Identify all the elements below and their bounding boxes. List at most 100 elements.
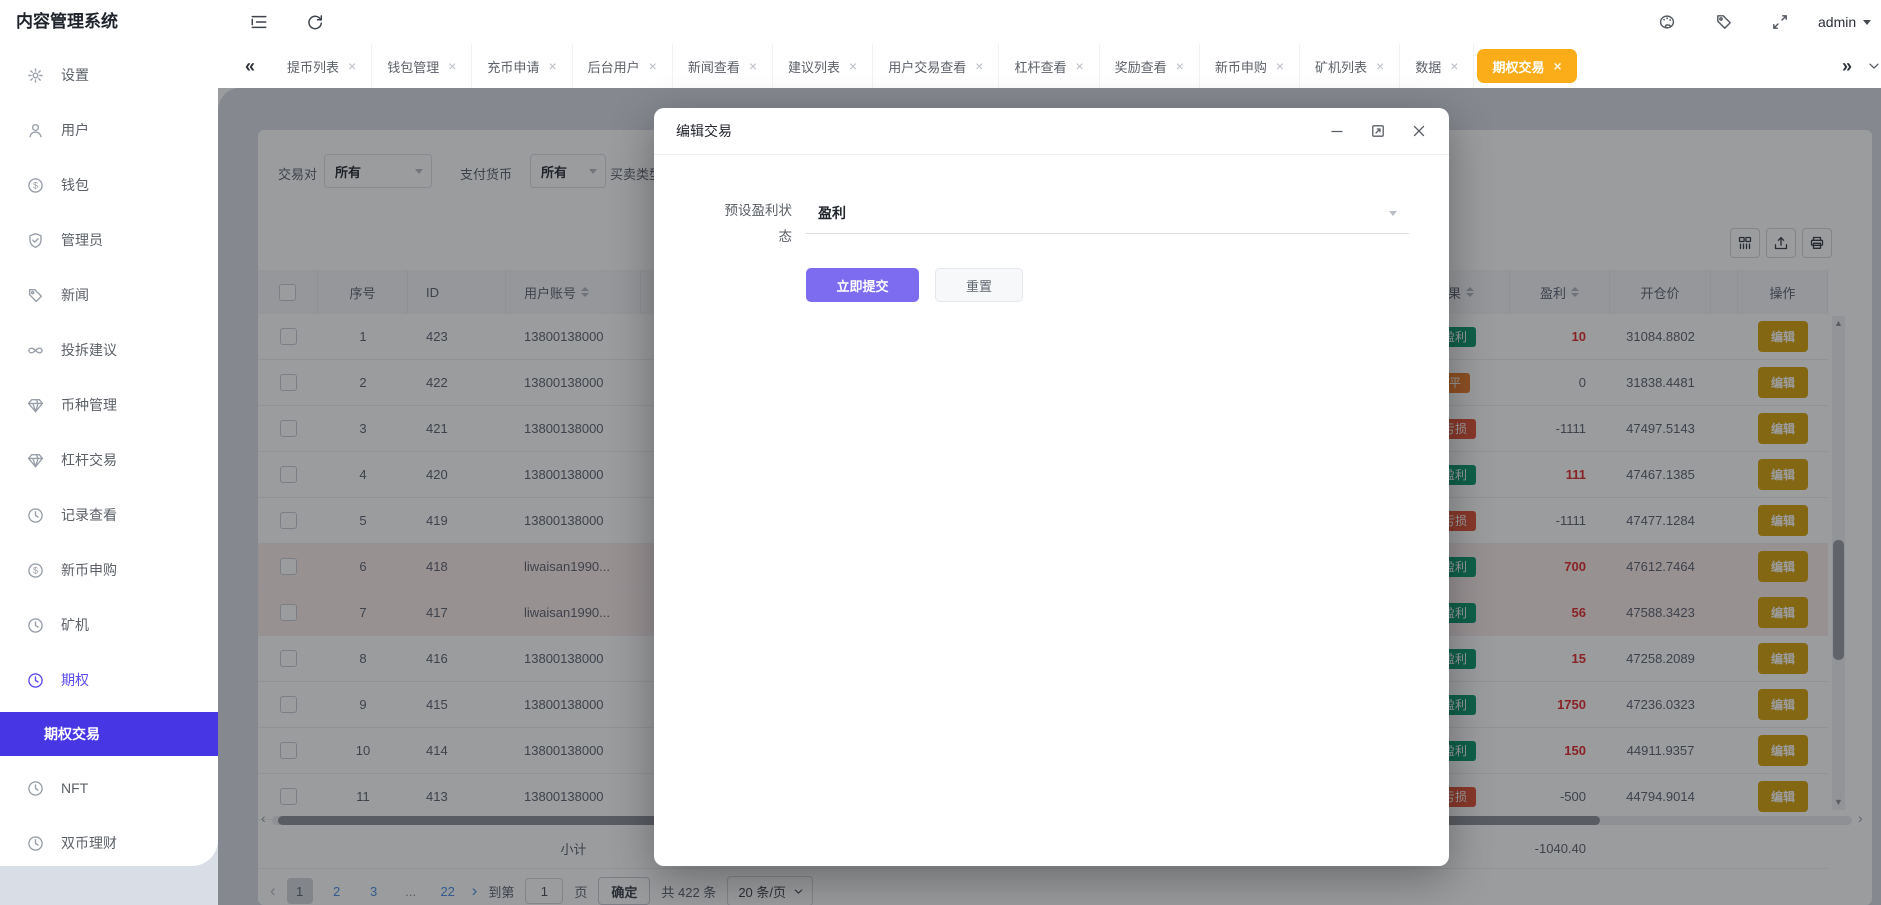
sidebar-item-用户[interactable]: 用户 [0,107,218,153]
sidebar-item-钱包[interactable]: $ 钱包 [0,162,218,208]
tab-钱包管理[interactable]: 钱包管理 × [372,44,472,88]
sidebar-item-label: 用户 [61,120,89,140]
tab-list: 提币列表×钱包管理×充币申请×后台用户×新闻查看×建议列表×用户交易查看×杠杆查… [272,44,1833,88]
sidebar-item-NFT[interactable]: NFT [0,765,218,811]
tag-icon [26,286,44,304]
tab-奖励查看[interactable]: 奖励查看× [1100,44,1200,88]
tag-icon[interactable] [1711,0,1737,44]
tab-label: 充币申请 [487,57,539,76]
tab-close-icon[interactable]: × [348,59,356,73]
sidebar-item-期权[interactable]: 期权 [0,657,218,703]
tab-close-icon[interactable]: × [448,59,456,73]
tab-close-icon[interactable]: × [849,59,857,73]
sidebar-item-矿机[interactable]: 矿机 [0,602,218,648]
sidebar-item-设置[interactable]: 设置 [0,52,218,98]
sidebar-subitem-期权交易[interactable]: 期权交易 [0,712,218,756]
sidebar-item-双币理财[interactable]: 双币理财 [0,820,218,866]
tab-新闻查看[interactable]: 新闻查看× [673,44,773,88]
tab-close-icon[interactable]: × [749,59,757,73]
sidebar-item-杠杆交易[interactable]: 杠杆交易 [0,437,218,483]
sidebar-item-管理员[interactable]: 管理员 [0,217,218,263]
profit-status-value: 盈利 [818,203,846,223]
tab-建议列表[interactable]: 建议列表 × [773,44,873,88]
tab-close-icon[interactable]: × [548,59,556,73]
tab-label: 用户交易查看 [888,57,966,76]
app-title: 内容管理系统 [16,0,118,44]
sidebar-item-label: 新币申购 [61,560,117,580]
dollar-icon: $ [26,176,44,194]
tab-label: 建议列表 [788,57,840,76]
clock-icon [26,616,44,634]
sidebar-item-新闻[interactable]: 新闻 [0,272,218,318]
app-window: 内容管理系统 admin « 提币列表×钱包管理×充币申请×后台用户×新闻查看×… [0,0,1881,905]
tab-期权交易[interactable]: 期权交易 × [1477,49,1576,83]
sidebar-subitem-label: 期权交易 [44,724,100,744]
sidebar-item-label: 币种管理 [61,395,117,415]
clock-icon [26,779,44,797]
diamond-icon [26,396,44,414]
clock-icon [26,671,44,689]
refresh-icon[interactable] [302,0,328,44]
clock-icon [26,834,44,852]
sidebar-item-label: 管理员 [61,230,103,250]
tab-label: 期权交易 [1492,57,1544,76]
tab-close-icon[interactable]: × [649,59,657,73]
tab-充币申请[interactable]: 充币申请 × [472,44,572,88]
user-menu[interactable]: admin [1818,0,1871,44]
profit-status-select[interactable]: 盈利 [806,192,1409,234]
dialog-controls [1328,123,1427,140]
sidebar-item-投拆建议[interactable]: 投拆建议 [0,327,218,373]
close-icon[interactable] [1410,123,1427,140]
tab-close-icon[interactable]: × [1376,59,1384,73]
tab-用户交易查看[interactable]: 用户交易查看 × [873,44,999,88]
user-icon [26,121,44,139]
sidebar-item-label: NFT [61,780,88,796]
tab-数据[interactable]: 数据 × [1400,44,1474,88]
tab-新币申购[interactable]: 新币申购 × [1200,44,1300,88]
tab-矿机列表[interactable]: 矿机列表 × [1300,44,1400,88]
svg-text:$: $ [32,180,37,190]
tab-close-icon[interactable]: × [1276,59,1284,73]
tab-close-icon[interactable]: × [1176,59,1184,73]
tab-杠杆查看[interactable]: 杠杆查看× [999,44,1099,88]
tab-label: 数据 [1415,57,1441,76]
tab-提币列表[interactable]: 提币列表 × [272,44,372,88]
sidebar-item-label: 新闻 [61,285,89,305]
gear-icon [26,66,44,84]
tab-close-icon[interactable]: × [1075,59,1083,73]
tabbar: « 提币列表×钱包管理×充币申请×后台用户×新闻查看×建议列表×用户交易查看×杠… [218,44,1881,88]
tab-close-icon[interactable]: × [975,59,983,73]
sidebar-item-记录查看[interactable]: 记录查看 [0,492,218,538]
username: admin [1818,14,1856,30]
sidebar-item-label: 记录查看 [61,505,117,525]
dialog-titlebar: 编辑交易 [654,108,1449,155]
infinity-icon [26,341,44,359]
sidebar-item-新币申购[interactable]: $ 新币申购 [0,547,218,593]
minimize-icon[interactable] [1328,123,1345,140]
tab-label: 提币列表 [287,57,339,76]
tabs-scroll-right-icon[interactable]: » [1833,56,1861,77]
tabs-scroll-left-icon[interactable]: « [236,56,264,77]
tab-后台用户[interactable]: 后台用户× [573,44,673,88]
tab-close-icon[interactable]: × [1450,59,1458,73]
sidebar-item-label: 期权 [61,670,89,690]
sidebar-item-label: 矿机 [61,615,89,635]
clock-icon [26,506,44,524]
sidebar-item-label: 设置 [61,65,89,85]
tab-label: 新币申购 [1215,57,1267,76]
sidebar-item-币种管理[interactable]: 币种管理 [0,382,218,428]
submit-button[interactable]: 立即提交 [806,268,919,302]
sidebar-item-label: 钱包 [61,175,89,195]
maximize-icon[interactable] [1369,123,1386,140]
tabs-more-icon[interactable] [1861,44,1881,88]
dollar-icon: $ [26,561,44,579]
tab-label: 矿机列表 [1315,57,1367,76]
edit-trade-dialog: 编辑交易 预设盈利状态 盈利 立即提交 重置 [654,108,1449,866]
sidebar-item-label: 双币理财 [61,833,117,853]
fullscreen-icon[interactable] [1767,0,1793,44]
tab-label: 钱包管理 [387,57,439,76]
palette-icon[interactable] [1654,0,1680,44]
tab-close-icon[interactable]: × [1553,59,1561,73]
collapse-menu-icon[interactable] [246,0,272,44]
reset-button[interactable]: 重置 [935,268,1023,302]
